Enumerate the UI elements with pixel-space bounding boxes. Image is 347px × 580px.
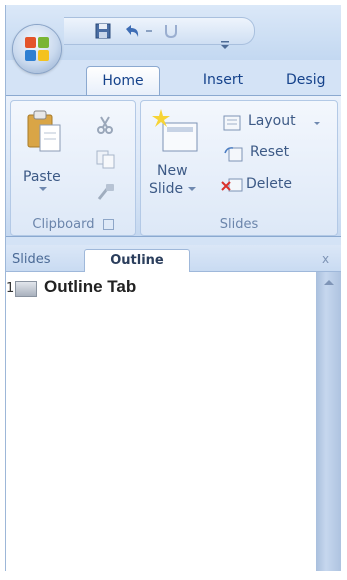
paste-dropdown-icon[interactable] xyxy=(39,187,47,191)
delete-button[interactable]: Delete xyxy=(221,173,333,195)
redo-icon[interactable] xyxy=(162,22,180,40)
vertical-scrollbar[interactable] xyxy=(316,272,341,571)
close-icon[interactable]: x xyxy=(322,252,329,266)
new-slide-label-line1: New xyxy=(157,163,188,179)
undo-dropdown-icon[interactable] xyxy=(144,22,162,40)
ribbon: Paste Clipboard New Slide Layout Reset D… xyxy=(6,95,341,237)
new-slide-label-line2: Slide xyxy=(149,181,196,197)
scroll-up-arrow-icon[interactable] xyxy=(324,280,334,285)
tab-home[interactable]: Home xyxy=(86,66,160,97)
copy-icon[interactable] xyxy=(95,149,117,169)
paste-button[interactable]: Paste xyxy=(15,103,75,203)
layout-dropdown-icon[interactable] xyxy=(314,122,320,125)
panel-tabs: Slides Outline x xyxy=(6,245,341,272)
outline-pane[interactable]: 1 Outline Tab xyxy=(6,272,316,571)
new-slide-dropdown-icon[interactable] xyxy=(187,187,196,191)
tab-insert[interactable]: Insert xyxy=(191,66,255,96)
reset-icon xyxy=(224,147,243,162)
new-slide-icon xyxy=(152,109,198,152)
slides-group: New Slide Layout Reset Delete Slides xyxy=(140,100,338,236)
save-icon[interactable] xyxy=(94,22,112,40)
slides-group-label: Slides xyxy=(219,217,259,232)
layout-button[interactable]: Layout xyxy=(221,113,333,135)
quick-access-toolbar xyxy=(64,17,255,49)
office-button[interactable] xyxy=(13,25,61,73)
layout-label: Layout xyxy=(248,113,296,129)
clipboard-group: Paste Clipboard xyxy=(10,100,136,236)
reset-label: Reset xyxy=(250,144,290,160)
layout-icon xyxy=(223,115,241,131)
powerpoint-window: Home Insert Desig Paste Clipboard New Sl… xyxy=(5,5,341,571)
tab-design[interactable]: Desig xyxy=(286,66,341,96)
delete-label: Delete xyxy=(246,176,292,192)
slide-number: 1 xyxy=(6,281,15,296)
slide-thumbnail-icon xyxy=(15,281,37,297)
outline-slide-item[interactable]: 1 Outline Tab xyxy=(6,272,306,302)
qat-customize-icon[interactable] xyxy=(219,37,231,51)
title-bar xyxy=(6,5,341,73)
paste-label: Paste xyxy=(23,169,61,185)
cut-icon[interactable] xyxy=(95,115,115,135)
format-painter-icon[interactable] xyxy=(95,181,117,203)
office-logo-icon xyxy=(25,37,49,61)
reset-button[interactable]: Reset xyxy=(221,143,333,165)
ribbon-tabs: Home Insert Desig xyxy=(6,60,341,97)
delete-icon xyxy=(221,178,243,192)
tab-slides[interactable]: Slides xyxy=(12,249,72,271)
paste-icon xyxy=(27,110,61,152)
new-slide-button[interactable]: New Slide xyxy=(145,103,209,203)
clipboard-dialog-launcher-icon[interactable] xyxy=(102,219,114,230)
outline-slide-title[interactable]: Outline Tab xyxy=(44,277,136,297)
undo-icon[interactable] xyxy=(122,22,140,40)
clipboard-group-label: Clipboard xyxy=(11,217,135,232)
tab-outline[interactable]: Outline xyxy=(84,249,190,272)
